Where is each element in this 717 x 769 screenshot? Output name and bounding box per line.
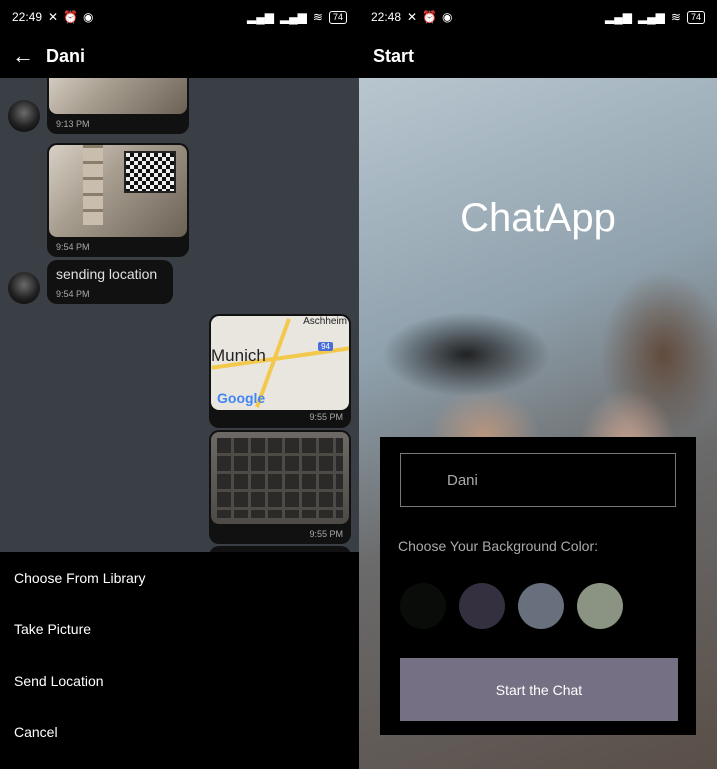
image-content — [83, 145, 103, 225]
image-thumbnail[interactable] — [49, 145, 187, 237]
mute-icon: ✕ — [407, 10, 418, 24]
image-message[interactable]: 9:55 PM — [209, 430, 351, 544]
message-time: 9:55 PM — [309, 529, 343, 539]
message-time: 9:54 PM — [56, 289, 90, 299]
status-time: 22:48 — [371, 10, 402, 24]
google-logo: Google — [217, 390, 266, 406]
chat-screen: 22:49 ✕ ⏰ ◉ ▂▄▆ ▂▄▆ ≋ 74 ← Dani 9:13 PM — [0, 0, 359, 769]
back-arrow-icon[interactable]: ← — [0, 43, 46, 69]
message-time: 9:54 PM — [56, 242, 90, 252]
image-content — [124, 151, 176, 193]
map-thumbnail[interactable]: Aschheim 94 Munich Google — [211, 316, 349, 410]
color-swatch-1[interactable] — [400, 583, 446, 629]
message-time: 9:55 PM — [309, 412, 343, 422]
signal-icon-2: ▂▄▆ — [637, 10, 665, 24]
avatar — [8, 272, 40, 304]
app-notification-icon: ◉ — [83, 10, 94, 24]
chat-title: Dani — [46, 45, 86, 66]
map-city-label: Munich — [211, 346, 266, 365]
color-label: Choose Your Background Color: — [398, 538, 599, 554]
start-chat-button[interactable]: Start the Chat — [400, 658, 678, 721]
battery-icon: 74 — [686, 10, 705, 24]
chat-app-bar: ← Dani — [0, 34, 359, 78]
wifi-icon: ≋ — [312, 10, 323, 24]
message-list[interactable]: 9:13 PM 9:54 PM sending location 9:54 PM… — [0, 78, 359, 552]
alarm-icon: ⏰ — [422, 10, 438, 24]
status-time: 22:49 — [12, 10, 43, 24]
image-thumbnail[interactable] — [211, 432, 349, 524]
location-message[interactable]: Aschheim 94 Munich Google 9:55 PM — [209, 314, 351, 428]
choose-from-library-option[interactable]: Choose From Library — [14, 570, 146, 586]
signal-icon: ▂▄▆ — [246, 10, 274, 24]
image-content — [217, 438, 343, 518]
text-message[interactable]: sending location 9:54 PM — [47, 260, 173, 304]
name-input[interactable] — [400, 453, 676, 507]
color-swatch-4[interactable] — [577, 583, 623, 629]
app-notification-icon: ◉ — [442, 10, 453, 24]
start-form: Choose Your Background Color: Start the … — [380, 437, 696, 735]
signal-icon: ▂▄▆ — [604, 10, 632, 24]
image-message[interactable]: 9:13 PM — [47, 78, 189, 134]
map-town-label: Aschheim — [303, 316, 347, 327]
battery-icon: 74 — [328, 10, 347, 24]
message-text: sending location — [56, 266, 158, 282]
mute-icon: ✕ — [48, 10, 59, 24]
app-title: ChatApp — [460, 196, 616, 240]
action-sheet: Choose From Library Take Picture Send Lo… — [0, 552, 359, 769]
status-bar: 22:48 ✕ ⏰ ◉ ▂▄▆ ▂▄▆ ≋ 74 — [359, 0, 717, 34]
status-bar: 22:49 ✕ ⏰ ◉ ▂▄▆ ▂▄▆ ≋ 74 — [0, 0, 359, 34]
screen-title: Start — [373, 45, 415, 66]
alarm-icon: ⏰ — [63, 10, 79, 24]
image-thumbnail[interactable] — [49, 78, 187, 114]
color-swatch-3[interactable] — [518, 583, 564, 629]
start-screen: 22:48 ✕ ⏰ ◉ ▂▄▆ ▂▄▆ ≋ 74 Start ChatApp C… — [359, 0, 717, 769]
avatar — [8, 100, 40, 132]
take-picture-option[interactable]: Take Picture — [14, 621, 91, 637]
message-time: 9:13 PM — [56, 119, 90, 129]
wifi-icon: ≋ — [670, 10, 681, 24]
color-swatch-2[interactable] — [459, 583, 505, 629]
start-app-bar: Start — [359, 34, 717, 78]
send-location-option[interactable]: Send Location — [14, 673, 104, 689]
map-highway-label: 94 — [318, 342, 333, 351]
cancel-option[interactable]: Cancel — [14, 724, 58, 740]
image-message[interactable]: 9:54 PM — [47, 143, 189, 257]
signal-icon-2: ▂▄▆ — [279, 10, 307, 24]
